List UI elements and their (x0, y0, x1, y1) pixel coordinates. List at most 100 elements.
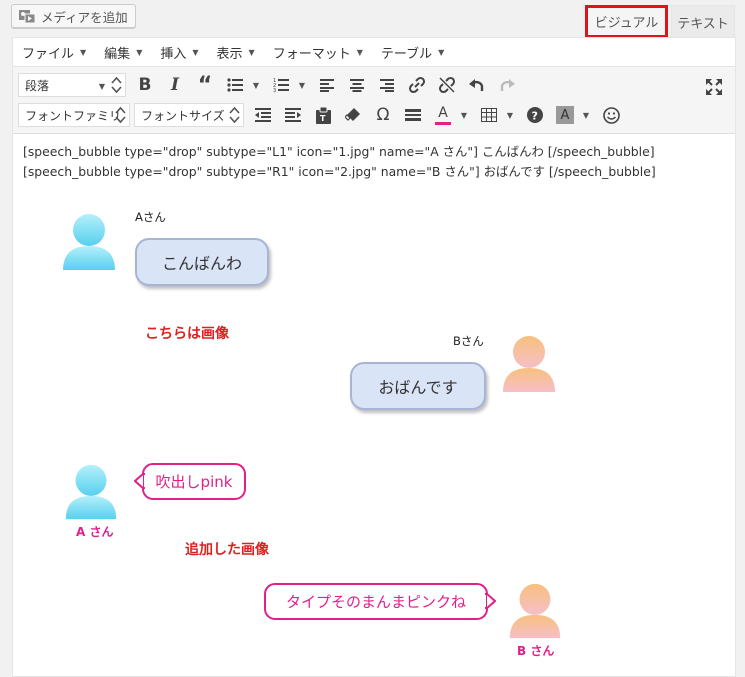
avatar-icon (65, 464, 117, 520)
fullscreen-icon (706, 79, 722, 95)
background-color-icon: A (556, 106, 574, 124)
unlink-icon (438, 76, 456, 94)
align-left-button[interactable] (312, 71, 342, 99)
chevron-down-icon: ▼ (98, 82, 105, 91)
chevron-down-icon: ▼ (248, 47, 255, 57)
table-icon (481, 108, 497, 122)
font-family-select[interactable]: フォントファミリ (18, 103, 130, 127)
menu-insert[interactable]: 挿入 ▼ (160, 43, 198, 62)
chevron-down-icon: ▼ (438, 47, 445, 57)
text-color-button[interactable]: A (428, 101, 458, 129)
paste-text-button[interactable]: T (308, 101, 338, 129)
horizontal-line-icon (405, 109, 421, 121)
chevron-down-icon[interactable]: ▼ (504, 111, 516, 120)
horizontal-line-button[interactable] (398, 101, 428, 129)
speaker-name: B さん (517, 644, 555, 658)
background-color-button[interactable]: A (550, 101, 580, 129)
menu-file[interactable]: ファイル ▼ (22, 43, 86, 62)
spinner-icon (111, 76, 122, 94)
speech-bubble: タイプそのまんまピンクね (264, 583, 488, 620)
italic-button[interactable]: I (160, 71, 190, 99)
add-media-button[interactable]: メディアを追加 (11, 4, 136, 28)
text-color-icon: A (438, 104, 448, 121)
font-family-value: フォントファミリ (25, 108, 122, 123)
shortcode-text: [speech_bubble type="drop" subtype="L1" … (23, 142, 656, 182)
menu-format[interactable]: フォーマット ▼ (273, 43, 363, 62)
avatar-icon (63, 214, 115, 270)
svg-text:T: T (320, 114, 326, 123)
chevron-down-icon: ▼ (192, 47, 199, 57)
svg-text:?: ? (532, 110, 538, 123)
emoticon-button[interactable] (596, 101, 626, 129)
chevron-down-icon[interactable]: ▼ (580, 111, 592, 120)
help-button[interactable]: ? (520, 101, 550, 129)
add-media-label: メディアを追加 (41, 9, 128, 25)
spinner-icon (229, 106, 240, 124)
bold-button[interactable]: B (130, 71, 160, 99)
help-icon: ? (527, 107, 543, 123)
indent-button[interactable] (278, 101, 308, 129)
table-button[interactable] (474, 101, 504, 129)
align-right-button[interactable] (372, 71, 402, 99)
align-center-icon (350, 78, 364, 92)
speaker-name: Bさん (453, 334, 484, 348)
eraser-icon (345, 108, 360, 121)
insert-link-button[interactable] (402, 71, 432, 99)
numbered-list-button[interactable]: 123 (266, 71, 296, 99)
menu-edit[interactable]: 編集 ▼ (104, 43, 142, 62)
redo-button[interactable] (492, 71, 522, 99)
align-left-icon (320, 78, 334, 92)
avatar-icon (503, 336, 555, 392)
chevron-down-icon: ▼ (136, 47, 143, 57)
chevron-down-icon[interactable]: ▼ (458, 111, 470, 120)
chevron-down-icon: ▼ (80, 47, 87, 57)
annotation-text: こちらは画像 (145, 326, 229, 342)
media-icon (18, 8, 36, 24)
undo-icon (469, 79, 484, 91)
chevron-down-icon[interactable]: ▼ (250, 81, 262, 90)
clipboard-icon: T (315, 106, 331, 124)
unlink-button[interactable] (432, 71, 462, 99)
font-size-value: フォントサイズ (141, 108, 225, 123)
special-character-button[interactable]: Ω (368, 101, 398, 129)
menu-table[interactable]: テーブル ▼ (381, 43, 444, 62)
numbered-list-icon: 123 (273, 78, 289, 92)
speaker-name: A さん (76, 525, 114, 539)
align-center-button[interactable] (342, 71, 372, 99)
shortcode-line: [speech_bubble type="drop" subtype="L1" … (23, 144, 655, 159)
fullscreen-button[interactable] (699, 73, 729, 101)
undo-button[interactable] (462, 71, 492, 99)
indent-icon (285, 108, 301, 122)
link-icon (408, 76, 426, 94)
smiley-icon (602, 106, 620, 124)
align-right-icon (380, 78, 394, 92)
editor-menubar: ファイル ▼ 編集 ▼ 挿入 ▼ 表示 ▼ フォーマット ▼ テーブル ▼ (13, 38, 735, 67)
shortcode-line: [speech_bubble type="drop" subtype="R1" … (23, 164, 656, 179)
outdent-icon (255, 108, 271, 122)
menu-view[interactable]: 表示 ▼ (217, 43, 255, 62)
editor: ファイル ▼ 編集 ▼ 挿入 ▼ 表示 ▼ フォーマット ▼ テーブル ▼ 段落 ▼ B I… (12, 37, 736, 677)
speech-bubble: 吹出しpink (142, 463, 246, 500)
speech-bubble: こんばんわ (135, 238, 269, 286)
avatar-icon (509, 583, 561, 639)
spinner-icon (115, 106, 126, 124)
speaker-name: Aさん (135, 210, 166, 224)
chevron-down-icon[interactable]: ▼ (296, 81, 308, 90)
bubble-tail (134, 473, 146, 489)
annotation-text: 追加した画像 (185, 542, 269, 558)
format-select-value: 段落 (25, 78, 50, 93)
chevron-down-icon: ▼ (356, 47, 363, 57)
bullet-list-icon (227, 78, 243, 92)
tab-text[interactable]: テキスト (671, 5, 735, 38)
bullet-list-button[interactable] (220, 71, 250, 99)
svg-text:3: 3 (273, 88, 276, 92)
outdent-button[interactable] (248, 101, 278, 129)
tab-visual[interactable]: ビジュアル (585, 5, 668, 38)
bubble-tail (484, 593, 496, 609)
blockquote-button[interactable]: “ (190, 71, 220, 99)
redo-icon (500, 79, 515, 91)
editor-toolbar: 段落 ▼ B I “ ▼ 123 ▼ フォントファミリ フォントサイズ T Ω … (13, 67, 735, 134)
format-select[interactable]: 段落 ▼ (18, 73, 126, 97)
font-size-select[interactable]: フォントサイズ (134, 103, 244, 127)
clear-formatting-button[interactable] (338, 101, 368, 129)
